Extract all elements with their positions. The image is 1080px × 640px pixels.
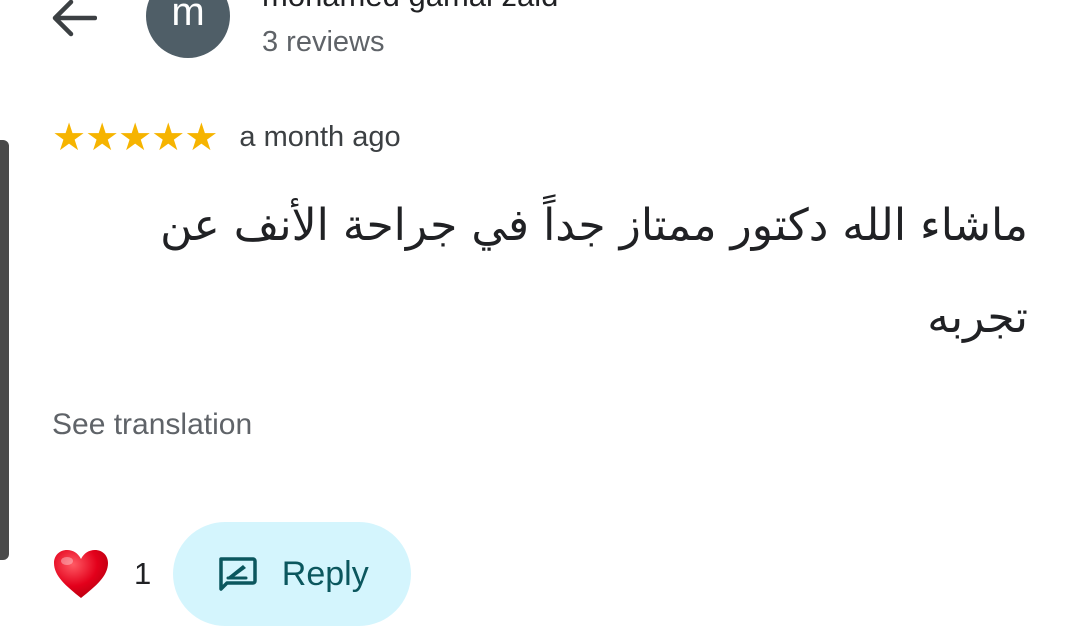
star-icon: ★: [151, 115, 186, 159]
like-button[interactable]: 1: [52, 548, 151, 600]
star-rating: ★ ★ ★ ★ ★: [52, 115, 219, 159]
star-icon: ★: [118, 115, 153, 159]
back-button[interactable]: [48, 0, 100, 42]
rating-row: ★ ★ ★ ★ ★ a month ago: [52, 116, 401, 158]
heart-icon: [54, 550, 108, 598]
reply-button[interactable]: Reply: [173, 522, 412, 626]
reaction-row: 1 Reply: [52, 522, 412, 626]
arrow-left-icon: [52, 0, 97, 37]
reviewer-name[interactable]: mohamed gamal zaid: [262, 0, 558, 14]
star-icon: ★: [52, 115, 87, 159]
star-icon: ★: [85, 115, 120, 159]
like-count: 1: [134, 556, 152, 591]
reply-edit-icon: [219, 557, 257, 591]
review-text: ماشاء الله دكتور ممتاز جداً في جراحة الأ…: [160, 200, 1028, 343]
reply-label: Reply: [281, 554, 369, 593]
avatar[interactable]: m: [146, 0, 230, 58]
see-translation-link[interactable]: See translation: [52, 408, 252, 442]
scroll-edge-indicator: [0, 140, 9, 560]
review-detail-screen: m mohamed gamal zaid 3 reviews ★ ★ ★ ★ ★…: [0, 0, 1080, 640]
star-icon: ★: [184, 115, 219, 159]
reviews-count: 3 reviews: [262, 26, 385, 58]
avatar-initial: m: [171, 0, 205, 34]
review-time: a month ago: [239, 120, 401, 153]
